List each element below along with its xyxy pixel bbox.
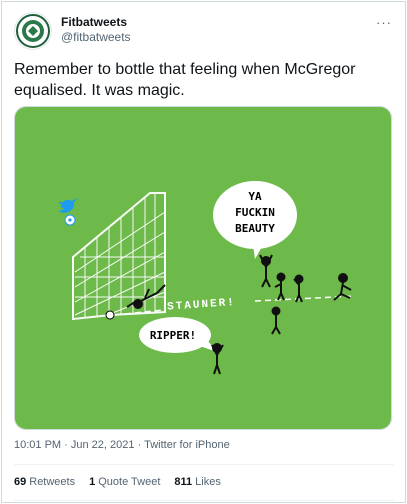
bubble-2-text: RIPPER!	[150, 329, 196, 342]
quote-tweets-stat[interactable]: 1 Quote Tweet	[89, 476, 160, 488]
pitch-background	[15, 107, 391, 429]
divider-top	[14, 464, 394, 465]
display-name[interactable]: Fitbatweets	[61, 15, 131, 30]
quotes-count: 1	[89, 476, 96, 488]
football-badge-icon	[64, 214, 76, 226]
tweet-text: Remember to bottle that feeling when McG…	[14, 61, 356, 99]
divider-bottom	[14, 500, 394, 501]
account-names: Fitbatweets @fitbatweets	[61, 15, 131, 45]
tweet-time-link[interactable]: 10:01 PM · Jun 22, 2021	[14, 439, 135, 451]
likes-stat[interactable]: 811 Likes	[174, 476, 220, 488]
bubble-1-line-2: FUCKIN	[235, 206, 275, 219]
retweets-count: 69	[14, 476, 27, 488]
time-separator: ·	[64, 439, 68, 451]
ball-icon	[105, 310, 115, 320]
likes-count: 811	[174, 476, 193, 488]
account-handle[interactable]: @fitbatweets	[61, 30, 131, 45]
tweet-time: 10:01 PM	[14, 439, 62, 451]
more-options-icon[interactable]: ···	[376, 15, 392, 30]
quotes-label: Quote Tweet	[98, 476, 161, 488]
tweet-card: Fitbatweets @fitbatweets ··· Remember to…	[1, 1, 406, 503]
tweet-source-link[interactable]: Twitter for iPhone	[144, 439, 230, 451]
avatar[interactable]	[14, 12, 52, 50]
source-separator: ·	[137, 439, 142, 451]
tweet-date: Jun 22, 2021	[70, 439, 135, 451]
club-crest-icon	[16, 14, 50, 48]
bubble-1-line-3: BEAUTY	[235, 222, 275, 235]
tweet-media[interactable]: STAUNER! YA FUCKIN BEAUTY RIPPER!	[14, 106, 392, 430]
likes-label: Likes	[195, 476, 221, 488]
retweets-stat[interactable]: 69 Retweets	[14, 476, 75, 488]
cartoon-illustration: STAUNER! YA FUCKIN BEAUTY RIPPER!	[15, 107, 391, 429]
bubble-1-line-1: YA	[248, 190, 262, 203]
engagement-stats: 69 Retweets 1 Quote Tweet 811 Likes	[14, 476, 221, 488]
tweet-timestamp: 10:01 PM · Jun 22, 2021 · Twitter for iP…	[14, 439, 230, 451]
tweet-header: Fitbatweets @fitbatweets ···	[14, 12, 396, 52]
retweets-label: Retweets	[29, 476, 76, 488]
